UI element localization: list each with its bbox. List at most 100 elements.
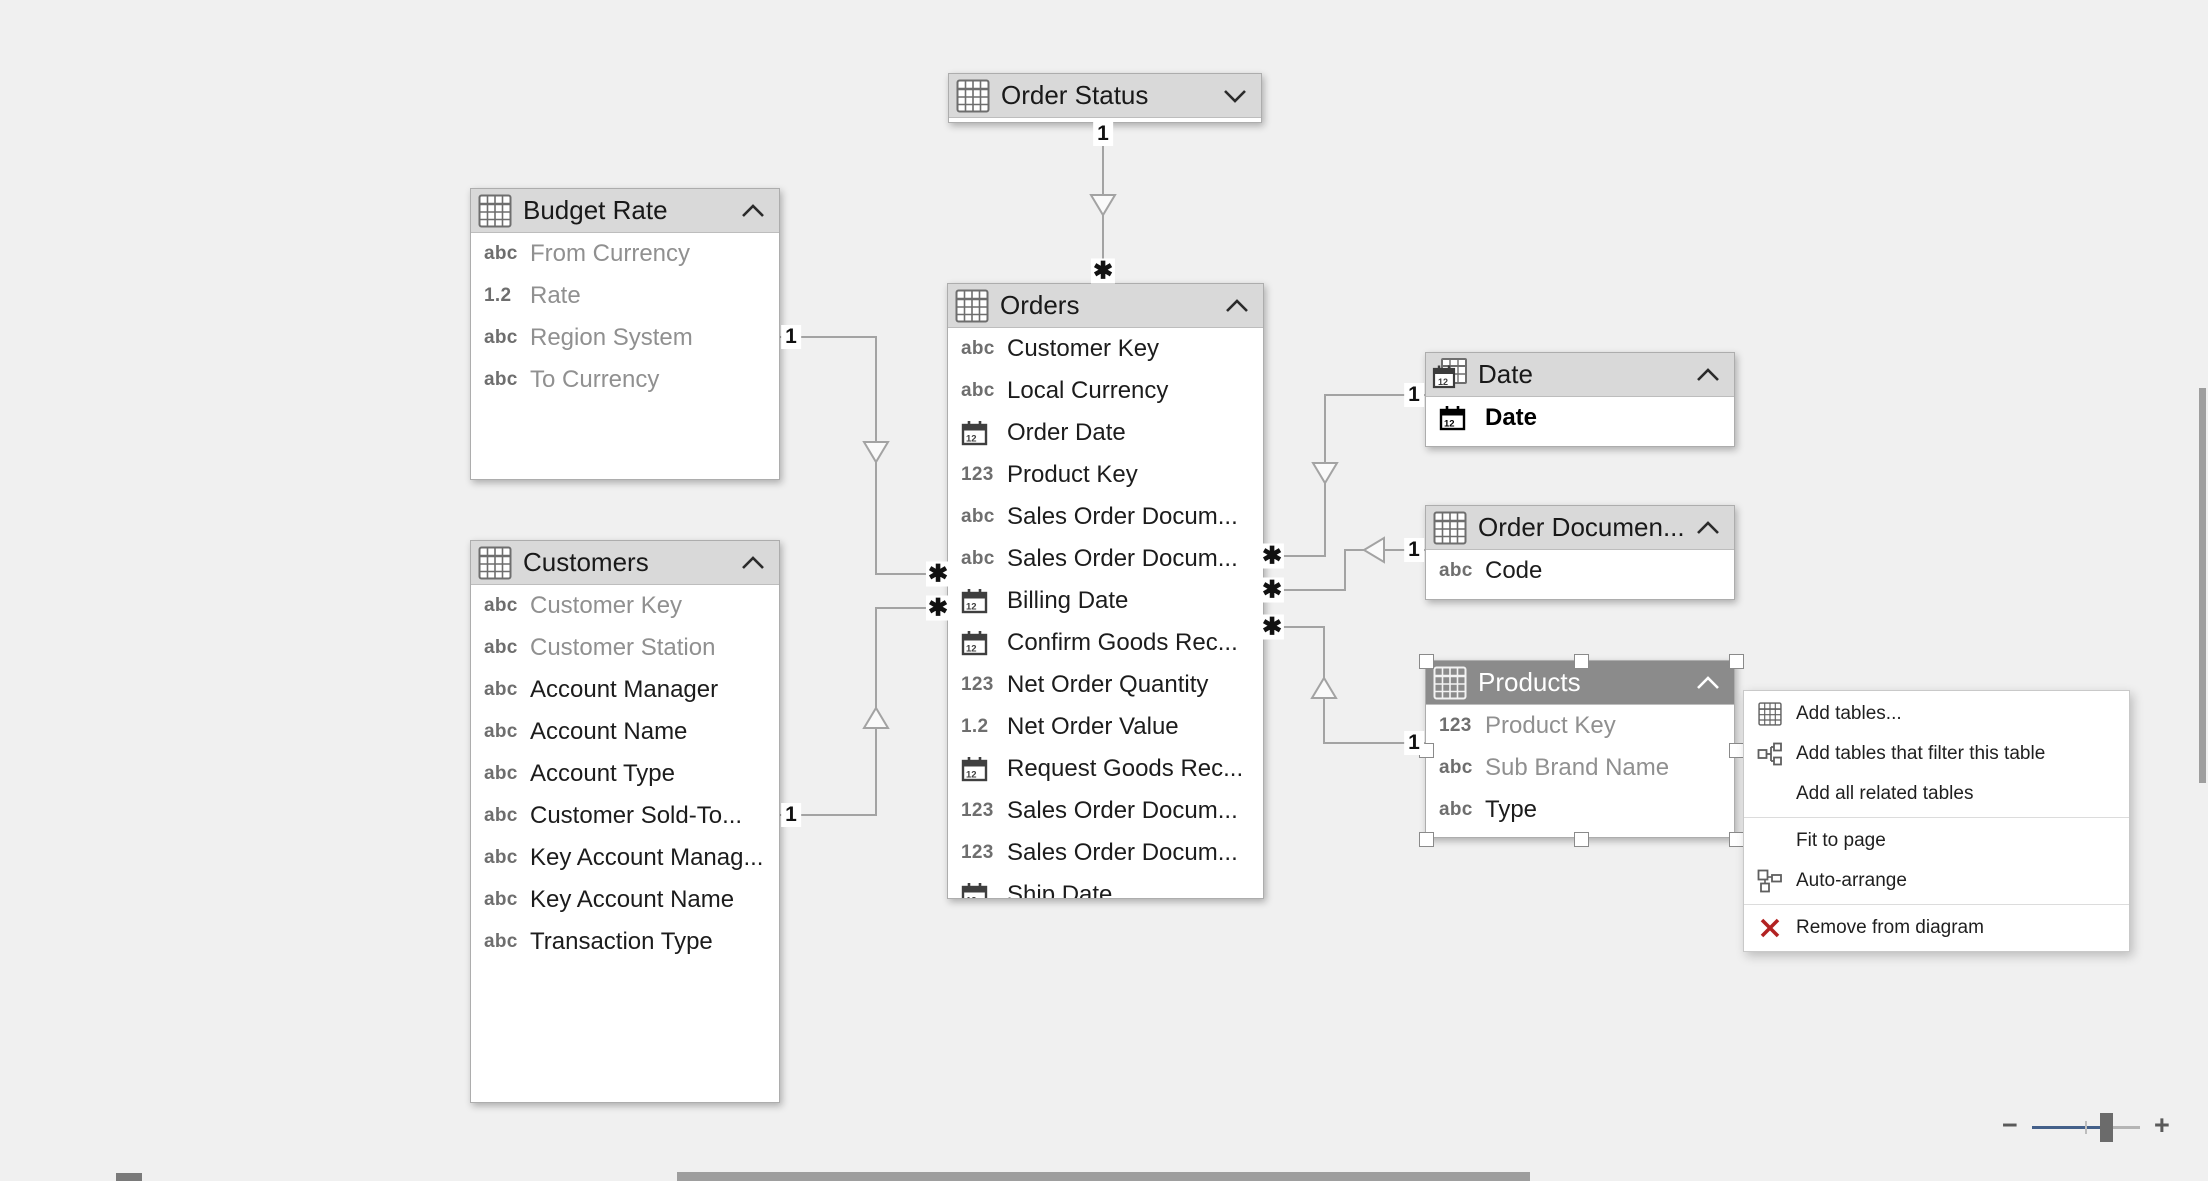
field-row[interactable]: 123Sales Order Docum... bbox=[948, 790, 1263, 832]
svg-text:12: 12 bbox=[966, 770, 977, 781]
field-row[interactable]: 12 Order Date bbox=[948, 412, 1263, 454]
field-row[interactable]: abcSales Order Docum... bbox=[948, 496, 1263, 538]
field-name: Local Currency bbox=[1007, 377, 1168, 405]
field-row[interactable]: 12 Ship Date bbox=[948, 874, 1263, 898]
chevron-up-icon[interactable] bbox=[1225, 299, 1249, 313]
table-products[interactable]: Products 123Product KeyabcSub Brand Name… bbox=[1425, 660, 1735, 838]
field-row[interactable]: abcRegion System bbox=[471, 317, 779, 359]
selection-handle[interactable] bbox=[1729, 832, 1744, 847]
field-row[interactable]: abcCustomer Key bbox=[948, 328, 1263, 370]
menu-item-add-tables-that-filter-this-table[interactable]: Add tables that filter this table bbox=[1744, 734, 2129, 774]
field-row[interactable]: abcCustomer Key bbox=[471, 585, 779, 627]
table-customers[interactable]: Customers abcCustomer KeyabcCustomer Sta… bbox=[470, 540, 780, 1103]
table-icon bbox=[477, 545, 513, 581]
field-row[interactable]: abcAccount Manager bbox=[471, 669, 779, 711]
field-row[interactable]: abcFrom Currency bbox=[471, 233, 779, 275]
menu-item-add-tables[interactable]: Add tables... bbox=[1744, 694, 2129, 734]
field-row[interactable]: 123Product Key bbox=[1426, 705, 1734, 747]
chevron-up-icon[interactable] bbox=[1696, 521, 1720, 535]
chevron-up-icon[interactable] bbox=[741, 204, 765, 218]
field-name: Rate bbox=[530, 282, 581, 310]
field-row[interactable]: 12 Date bbox=[1426, 397, 1734, 439]
zoom-out-button[interactable]: − bbox=[2002, 1110, 2018, 1141]
chevron-down-icon[interactable] bbox=[1223, 89, 1247, 103]
chevron-up-icon[interactable] bbox=[1696, 368, 1720, 382]
model-diagram-canvas[interactable]: Order Status Budget Rate abcFrom Currenc… bbox=[0, 0, 2208, 1181]
table-order-status[interactable]: Order Status bbox=[948, 73, 1262, 123]
selection-handle[interactable] bbox=[1419, 832, 1434, 847]
table-orders[interactable]: Orders abcCustomer KeyabcLocal Currency … bbox=[947, 283, 1264, 899]
field-name: Date bbox=[1485, 404, 1537, 432]
field-name: Net Order Value bbox=[1007, 713, 1179, 741]
field-row[interactable]: abcAccount Type bbox=[471, 753, 779, 795]
datatype-text-glyph: abc bbox=[484, 679, 530, 701]
field-row[interactable]: 123Product Key bbox=[948, 454, 1263, 496]
table-icon bbox=[1432, 665, 1468, 701]
menu-divider bbox=[1744, 904, 2129, 905]
field-row[interactable]: abcSub Brand Name bbox=[1426, 747, 1734, 789]
table-header-customers[interactable]: Customers bbox=[471, 541, 779, 585]
table-order-documents[interactable]: Order Documen... abcCode bbox=[1425, 505, 1735, 600]
field-name: Order Date bbox=[1007, 419, 1126, 447]
field-row[interactable]: abcSales Order Docum... bbox=[948, 538, 1263, 580]
table-title: Products bbox=[1478, 667, 1696, 698]
menu-item-auto-arrange[interactable]: Auto-arrange bbox=[1744, 861, 2129, 901]
field-name: Customer Station bbox=[530, 634, 715, 662]
table-header-order-documents[interactable]: Order Documen... bbox=[1426, 506, 1734, 550]
field-row[interactable]: 1.2Net Order Value bbox=[948, 706, 1263, 748]
zoom-in-button[interactable]: + bbox=[2154, 1110, 2170, 1141]
table-date[interactable]: 12 Date 12 Date bbox=[1425, 352, 1735, 447]
field-row[interactable]: 1.2Rate bbox=[471, 275, 779, 317]
menu-item-label: Fit to page bbox=[1796, 830, 1886, 852]
datatype-text-glyph: abc bbox=[1439, 757, 1485, 779]
table-budget-rate[interactable]: Budget Rate abcFrom Currency1.2RateabcRe… bbox=[470, 188, 780, 480]
selection-handle[interactable] bbox=[1574, 654, 1589, 669]
menu-item-add-all-related-tables[interactable]: Add all related tables bbox=[1744, 774, 2129, 814]
field-row[interactable]: abcLocal Currency bbox=[948, 370, 1263, 412]
datatype-text-glyph: abc bbox=[484, 327, 530, 349]
selection-handle[interactable] bbox=[1729, 654, 1744, 669]
field-name: Sales Order Docum... bbox=[1007, 797, 1238, 825]
horizontal-scrollbar-thumb[interactable] bbox=[677, 1172, 1530, 1181]
menu-item-remove-from-diagram[interactable]: Remove from diagram bbox=[1744, 908, 2129, 948]
menu-item-label: Auto-arrange bbox=[1796, 870, 1907, 892]
table-header-date[interactable]: 12 Date bbox=[1426, 353, 1734, 397]
field-row[interactable]: 12 Confirm Goods Rec... bbox=[948, 622, 1263, 664]
calendar-icon: 12 bbox=[961, 882, 1007, 898]
table-header-orders[interactable]: Orders bbox=[948, 284, 1263, 328]
field-name: Account Name bbox=[530, 718, 687, 746]
table-header-order-status[interactable]: Order Status bbox=[949, 74, 1261, 118]
field-row[interactable]: abcCustomer Station bbox=[471, 627, 779, 669]
field-row[interactable]: abcCustomer Sold-To... bbox=[471, 795, 779, 837]
selection-handle[interactable] bbox=[1574, 832, 1589, 847]
chevron-up-icon[interactable] bbox=[741, 556, 765, 570]
datatype-text-glyph: abc bbox=[961, 380, 1007, 402]
field-row[interactable]: abcKey Account Manag... bbox=[471, 837, 779, 879]
field-row[interactable]: abcTo Currency bbox=[471, 359, 779, 401]
field-row[interactable]: 12 Request Goods Rec... bbox=[948, 748, 1263, 790]
table-field-list: abcCustomer KeyabcLocal Currency 12 Orde… bbox=[948, 328, 1263, 898]
selection-handle[interactable] bbox=[1729, 743, 1744, 758]
table-field-list: abcCode bbox=[1426, 550, 1734, 599]
field-row[interactable]: abcAccount Name bbox=[471, 711, 779, 753]
field-name: Customer Key bbox=[530, 592, 682, 620]
zoom-slider-handle[interactable] bbox=[2100, 1113, 2113, 1142]
field-row[interactable]: abcTransaction Type bbox=[471, 921, 779, 963]
field-row[interactable]: 12 Billing Date bbox=[948, 580, 1263, 622]
vertical-scrollbar-thumb[interactable] bbox=[2199, 388, 2206, 783]
field-row[interactable]: 123Net Order Quantity bbox=[948, 664, 1263, 706]
table-header-budget-rate[interactable]: Budget Rate bbox=[471, 189, 779, 233]
field-row[interactable]: abcCode bbox=[1426, 550, 1734, 592]
datatype-decimal-glyph: 1.2 bbox=[961, 716, 1007, 738]
field-row[interactable]: 123Sales Order Docum... bbox=[948, 832, 1263, 874]
field-name: Confirm Goods Rec... bbox=[1007, 629, 1238, 657]
table-icon bbox=[955, 78, 991, 114]
chevron-up-icon[interactable] bbox=[1696, 676, 1720, 690]
cardinality-one-label: 1 bbox=[1404, 731, 1424, 755]
field-row[interactable]: abcKey Account Name bbox=[471, 879, 779, 921]
menu-item-fit-to-page[interactable]: Fit to page bbox=[1744, 821, 2129, 861]
table-icon bbox=[954, 288, 990, 324]
selection-handle[interactable] bbox=[1419, 654, 1434, 669]
zoom-slider-track[interactable] bbox=[2032, 1126, 2106, 1129]
field-row[interactable]: abcType bbox=[1426, 789, 1734, 831]
